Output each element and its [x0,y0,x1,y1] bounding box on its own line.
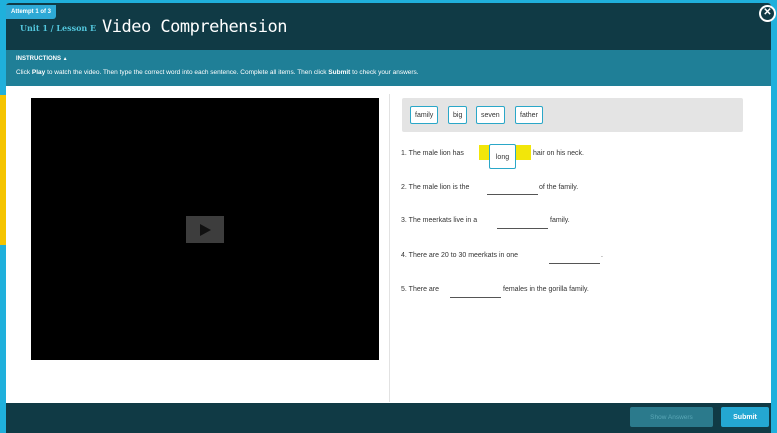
word-chip-seven[interactable]: seven [476,106,505,124]
sentence-text: The male lion has [408,150,464,157]
word-chip-big[interactable]: big [448,106,468,124]
main-content: family big seven father 1. The male lion… [6,86,771,403]
answer-slot-3[interactable] [497,228,548,229]
close-icon[interactable]: ✕ [759,5,776,22]
sentence-4: 4. There are 20 to 30 meerkats in one [401,252,518,259]
video-player[interactable] [31,98,379,360]
sentence-text: The male lion is the [408,184,470,191]
sentence-text: There are [408,286,440,293]
sentence-4-end: . [601,252,603,259]
footer-bar: Show Answers Submit [6,403,771,433]
instructions-panel: INSTRUCTIONS ▲ Click Play to watch the v… [6,50,771,86]
sentence-2-end: of the family. [539,184,579,191]
word-chip-family[interactable]: family [410,106,439,124]
activity-window: Attempt 1 of 3 Unit 1 / Lesson E Video C… [6,3,771,433]
sentence-number: 3. [401,217,407,224]
sentence-1: 1. The male lion has [401,150,464,157]
answer-slot-5[interactable] [450,297,501,298]
side-accent [0,95,6,245]
answer-slot-2[interactable] [487,194,538,195]
instructions-submit-word: Submit [328,69,351,76]
instructions-text-part: Click [16,69,32,76]
play-button[interactable] [186,216,224,243]
submit-button[interactable]: Submit [721,407,769,427]
sentence-2: 2. The male lion is the [401,184,469,191]
attempt-badge: Attempt 1 of 3 [6,5,57,19]
sentence-5: 5. There are [401,286,439,293]
sentence-number: 4. [401,252,407,259]
play-icon [200,223,211,236]
instructions-play-word: Play [31,69,46,76]
word-bank: family big seven father [402,98,743,132]
answer-slot-1[interactable]: long [489,144,516,169]
sentence-3: 3. The meerkats live in a [401,217,477,224]
sentence-1-end: hair on his neck. [533,150,584,157]
sentence-text: The meerkats live in a [408,217,478,224]
sentence-number: 2. [401,184,407,191]
sentence-number: 5. [401,286,407,293]
answer-slot-4[interactable] [549,263,600,264]
instructions-heading: INSTRUCTIONS [16,56,61,62]
sentence-5-end: females in the gorilla family. [503,286,589,293]
instructions-text-part: to check your answers. [350,69,419,76]
instructions-toggle[interactable]: INSTRUCTIONS ▲ [16,56,68,62]
header-bar: Attempt 1 of 3 Unit 1 / Lesson E Video C… [6,3,771,50]
sentence-number: 1. [401,150,407,157]
instructions-text-part: to watch the video. Then type the correc… [45,69,329,76]
sentence-3-end: family. [550,217,570,224]
sentence-text: There are 20 to 30 meerkats in one [408,252,519,259]
show-answers-button[interactable]: Show Answers [630,407,713,427]
chevron-up-icon: ▲ [62,56,68,62]
column-divider [389,94,390,402]
word-chip-father[interactable]: father [515,106,543,124]
instructions-text: Click Play to watch the video. Then type… [16,69,419,76]
unit-lesson-label: Unit 1 / Lesson E [20,23,97,33]
page-title: Video Comprehension [102,17,287,37]
